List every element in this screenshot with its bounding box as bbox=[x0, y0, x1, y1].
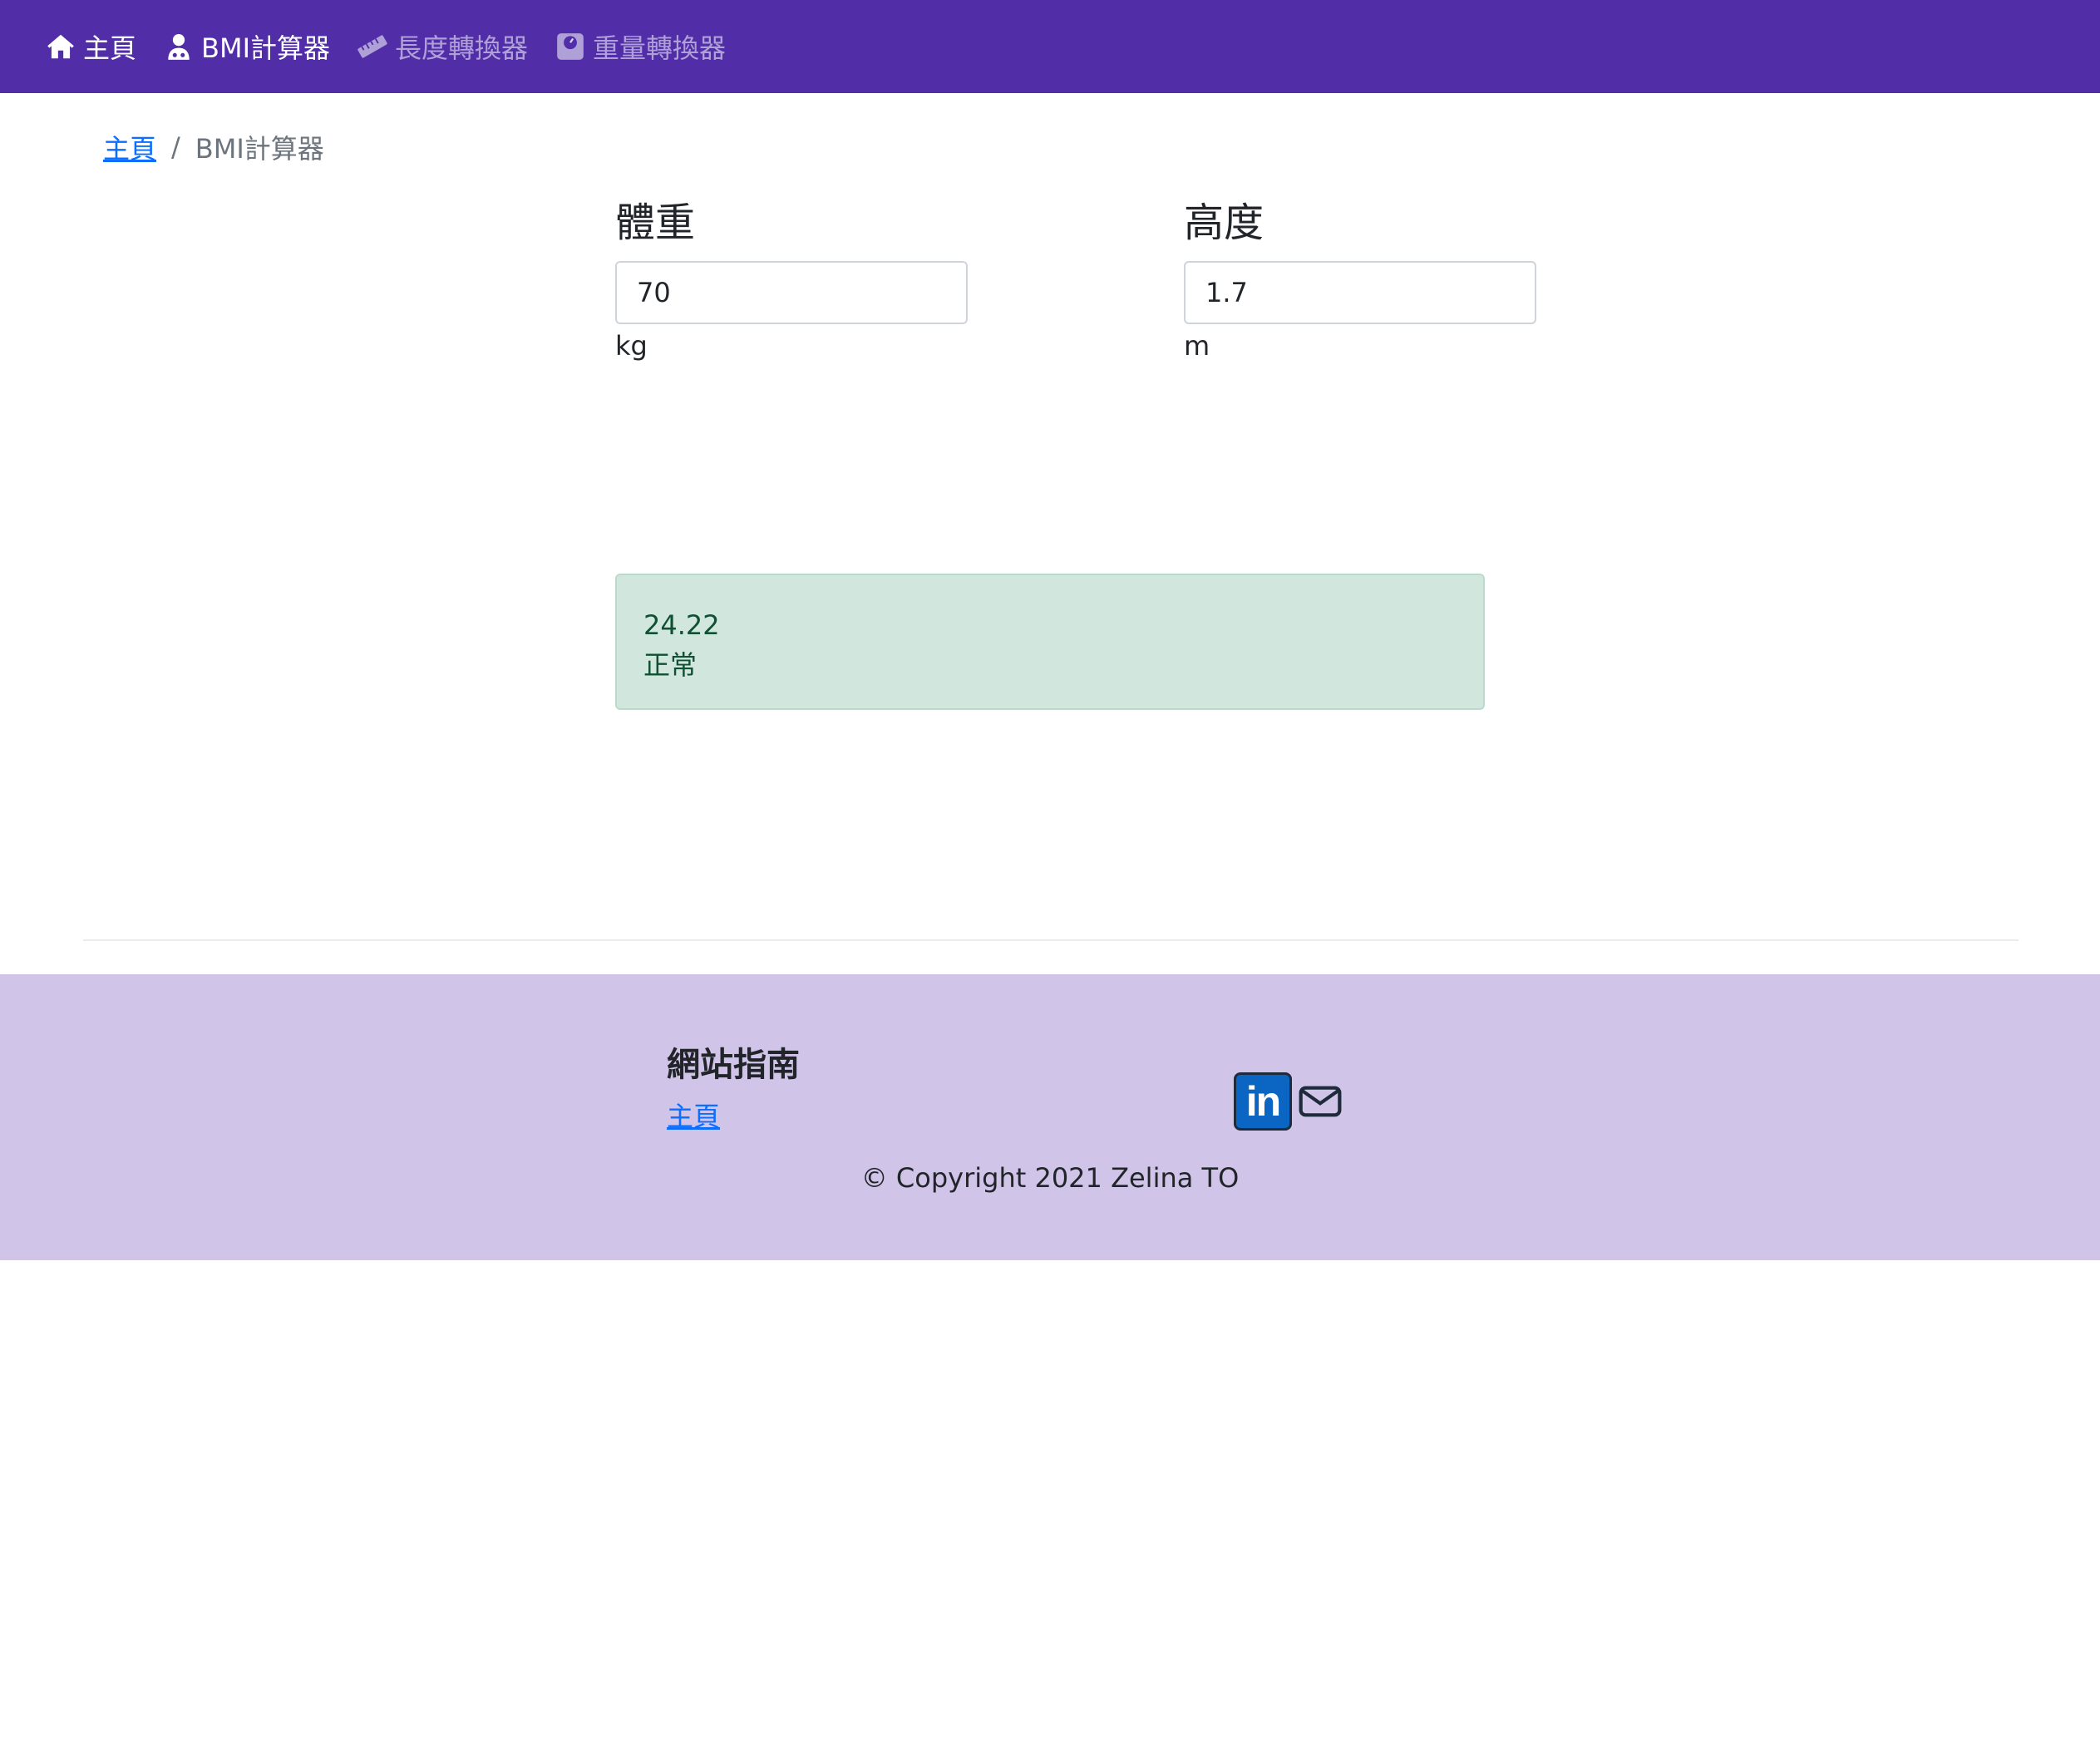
height-label: 高度 bbox=[1184, 200, 1264, 246]
weight-input[interactable] bbox=[615, 261, 968, 324]
nav-item-home[interactable]: 主頁 bbox=[45, 0, 136, 93]
footer: 網站指南 主頁 in © Copyright 2021 Zelina TO bbox=[0, 974, 2100, 1260]
weight-field-group: 體重 kg bbox=[615, 196, 968, 366]
nav-item-bmi-label: BMI計算器 bbox=[201, 32, 331, 64]
top-navbar: 主頁 BMI計算器 長度轉換器 重量轉換器 bbox=[0, 0, 2100, 93]
height-input[interactable] bbox=[1184, 261, 1536, 324]
breadcrumb-home-link[interactable]: 主頁 bbox=[103, 128, 156, 166]
ruler-icon bbox=[357, 31, 388, 62]
content-divider bbox=[83, 939, 2019, 941]
user-doctor-icon bbox=[163, 31, 195, 62]
nav-item-bmi[interactable]: BMI計算器 bbox=[163, 0, 330, 93]
footer-title: 網站指南 bbox=[667, 1046, 800, 1084]
breadcrumb-current: BMI計算器 bbox=[195, 133, 324, 165]
nav-item-weight-converter[interactable]: 重量轉換器 bbox=[555, 0, 726, 93]
height-unit: m bbox=[1184, 330, 1210, 362]
nav-item-weight-label: 重量轉換器 bbox=[593, 32, 727, 64]
weight-unit: kg bbox=[615, 330, 648, 362]
mail-icon[interactable] bbox=[1297, 1078, 1343, 1125]
nav-item-length-converter[interactable]: 長度轉換器 bbox=[357, 0, 528, 93]
copyright-text: © Copyright 2021 Zelina TO bbox=[860, 1162, 1240, 1194]
height-field-group: 高度 m bbox=[1184, 196, 1536, 366]
breadcrumb: 主頁 / BMI計算器 bbox=[103, 126, 324, 168]
bmi-result-alert: 24.22 正常 bbox=[615, 574, 1485, 710]
weight-label: 體重 bbox=[615, 200, 696, 246]
breadcrumb-separator: / bbox=[171, 131, 180, 163]
nav-item-length-label: 長度轉換器 bbox=[395, 32, 529, 64]
footer-home-link[interactable]: 主頁 bbox=[667, 1096, 720, 1134]
weight-scale-icon bbox=[555, 31, 586, 62]
bmi-value: 24.22 bbox=[643, 609, 720, 641]
home-icon bbox=[45, 31, 76, 62]
bmi-category: 正常 bbox=[643, 649, 698, 681]
social-links: in bbox=[1234, 1072, 1343, 1131]
linkedin-icon[interactable]: in bbox=[1234, 1072, 1292, 1131]
nav-item-home-label: 主頁 bbox=[83, 32, 137, 64]
